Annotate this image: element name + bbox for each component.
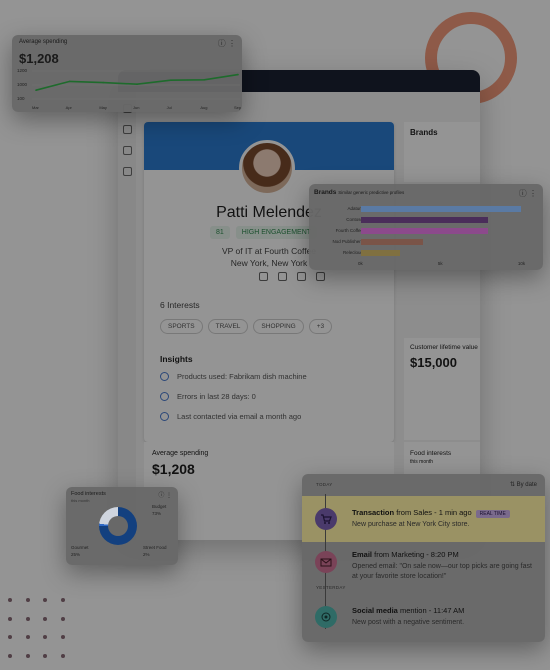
brands-title: Brands (314, 189, 337, 196)
x-tick-label: Apr (65, 105, 72, 110)
food-interests-card: Food interests this month ⓘ ⋮ Budget 73%… (66, 487, 178, 565)
shopping-cart-icon (315, 508, 337, 530)
spending-line-chart (32, 70, 240, 100)
brands-subtitle: Similar generic predictive profiles (338, 190, 405, 195)
interest-chip[interactable]: SHOPPING (253, 319, 304, 334)
clv-panel: Customer lifetime value $15,000 (404, 338, 480, 440)
email-icon (160, 412, 169, 421)
x-tick-label: Jul (166, 105, 172, 110)
brand-bar (361, 228, 488, 234)
spending-point (102, 81, 105, 84)
x-tick-label: Sep (234, 105, 242, 110)
food-donut-chart (99, 507, 137, 545)
brand-bar (361, 217, 488, 223)
nav-document-icon[interactable] (122, 167, 132, 176)
interests-header: 6 Interests (160, 300, 200, 310)
brand-bar-label: Relecloud (342, 250, 363, 255)
spending-series-line (35, 73, 239, 91)
engagement-pill: HIGH ENGAGEMENT (235, 226, 318, 239)
clv-title: Customer lifetime value (410, 344, 478, 351)
x-tick-label: Aug (200, 105, 208, 110)
interest-chip[interactable]: SPORTS (160, 319, 203, 334)
gourmet-label: Gourmet (71, 545, 89, 550)
decorative-dot-grid (8, 598, 78, 662)
x-tick-label: 0k (358, 261, 363, 266)
brand-bar (361, 250, 401, 256)
spending-point (237, 73, 239, 76)
budget-pct: 73% (152, 511, 162, 516)
brand-bar (361, 206, 521, 212)
street-food-label: Street Food (143, 545, 167, 550)
y-tick-label: 1000 (17, 82, 28, 87)
error-icon (160, 392, 169, 401)
interest-chip[interactable]: TRAVEL (207, 319, 249, 334)
clv-value: $15,000 (410, 355, 457, 370)
info-menu-icon[interactable]: ⓘ ⋮ (519, 188, 537, 199)
spending-point (35, 89, 37, 91)
x-tick-label: May (99, 105, 107, 110)
brand-bar-label: Contoso (346, 217, 363, 222)
day-header-yesterday: YESTERDAY (316, 585, 346, 590)
timeline-item-body: Opened email: "On sale now—our top picks… (352, 563, 532, 580)
x-tick-label: 5k (437, 261, 443, 266)
spending-point (203, 79, 206, 81)
x-tick-label: Mar (32, 105, 39, 110)
spending-point (169, 79, 172, 81)
timeline-item-body: New purchase at New York City store. (352, 521, 470, 528)
email-icon (315, 551, 337, 573)
nav-tag-icon[interactable] (122, 125, 132, 134)
budget-label: Budget (152, 504, 167, 509)
insights-header: Insights (160, 354, 193, 364)
timeline-item-title: Transaction from Sales - 1 min ago REAL T… (352, 508, 510, 518)
customer-profile-window: Patti Melendez 81 HIGH ENGAGEMENT VP of … (118, 70, 480, 540)
insight-item: Last contacted via email a month ago (160, 412, 301, 421)
x-tick-label: 10k (517, 261, 526, 266)
food-panel-title: Food interests (410, 450, 452, 457)
insight-item: Errors in last 28 days: 0 (160, 392, 256, 401)
phone-icon[interactable] (259, 272, 268, 281)
spending-point (136, 83, 138, 85)
food-subtitle: this month (71, 498, 90, 503)
avatar (239, 140, 295, 196)
nav-rail (118, 92, 136, 540)
timeline-item-title: Email from Marketing - 8:20 PM (352, 550, 459, 559)
brand-bar-label: Adatum (347, 206, 363, 211)
timeline-item-body: New post with a negative sentiment. (352, 619, 465, 626)
brands-card: Brands Similar generic predictive profil… (309, 184, 543, 270)
brand-bar-label: Fourth Coffee (335, 228, 363, 233)
brand-bar-label: Nod Publishers (332, 239, 363, 244)
timeline-item-title: Social media mention - 11:47 AM (352, 606, 465, 615)
avg-spending-title: Average spending (152, 450, 209, 457)
y-tick-label: 1200 (17, 68, 28, 73)
food-title: Food interests (71, 491, 106, 497)
y-tick-label: 100 (17, 96, 25, 101)
highlighted-row (302, 496, 545, 542)
sort-by-date-button[interactable]: ⇅ By date (510, 481, 537, 488)
average-spending-card: Average spending ⓘ ⋮ $1,208 1200 1000 100 M… (12, 35, 242, 112)
info-menu-icon[interactable]: ⓘ ⋮ (158, 490, 172, 499)
nav-chart-icon[interactable] (122, 146, 132, 155)
twitter-icon[interactable] (316, 272, 325, 281)
brand-bar (361, 239, 423, 245)
real-time-badge: REAL TIME (475, 510, 510, 518)
interest-chip[interactable]: +3 (308, 319, 333, 334)
food-panel-subtitle: this month (410, 459, 434, 465)
spending-point (68, 80, 71, 83)
x-tick-label: Jun (133, 105, 140, 110)
street-food-pct: 2% (143, 552, 150, 557)
product-icon (160, 372, 169, 381)
social-media-icon (315, 606, 337, 628)
day-header-today: TODAY (316, 482, 333, 487)
linkedin-icon[interactable] (297, 272, 306, 281)
mail-icon[interactable] (278, 272, 287, 281)
brands-panel-background: Brands (404, 122, 480, 182)
brands-panel-title: Brands (410, 128, 438, 137)
insight-item: Products used: Fabrikam dish machine (160, 372, 307, 381)
activity-timeline-card: TODAY ⇅ By date Transaction from Sales -… (302, 474, 545, 642)
score-pill: 81 (210, 226, 230, 239)
profile-card: Patti Melendez 81 HIGH ENGAGEMENT VP of … (144, 122, 394, 442)
gourmet-pct: 25% (71, 552, 81, 557)
